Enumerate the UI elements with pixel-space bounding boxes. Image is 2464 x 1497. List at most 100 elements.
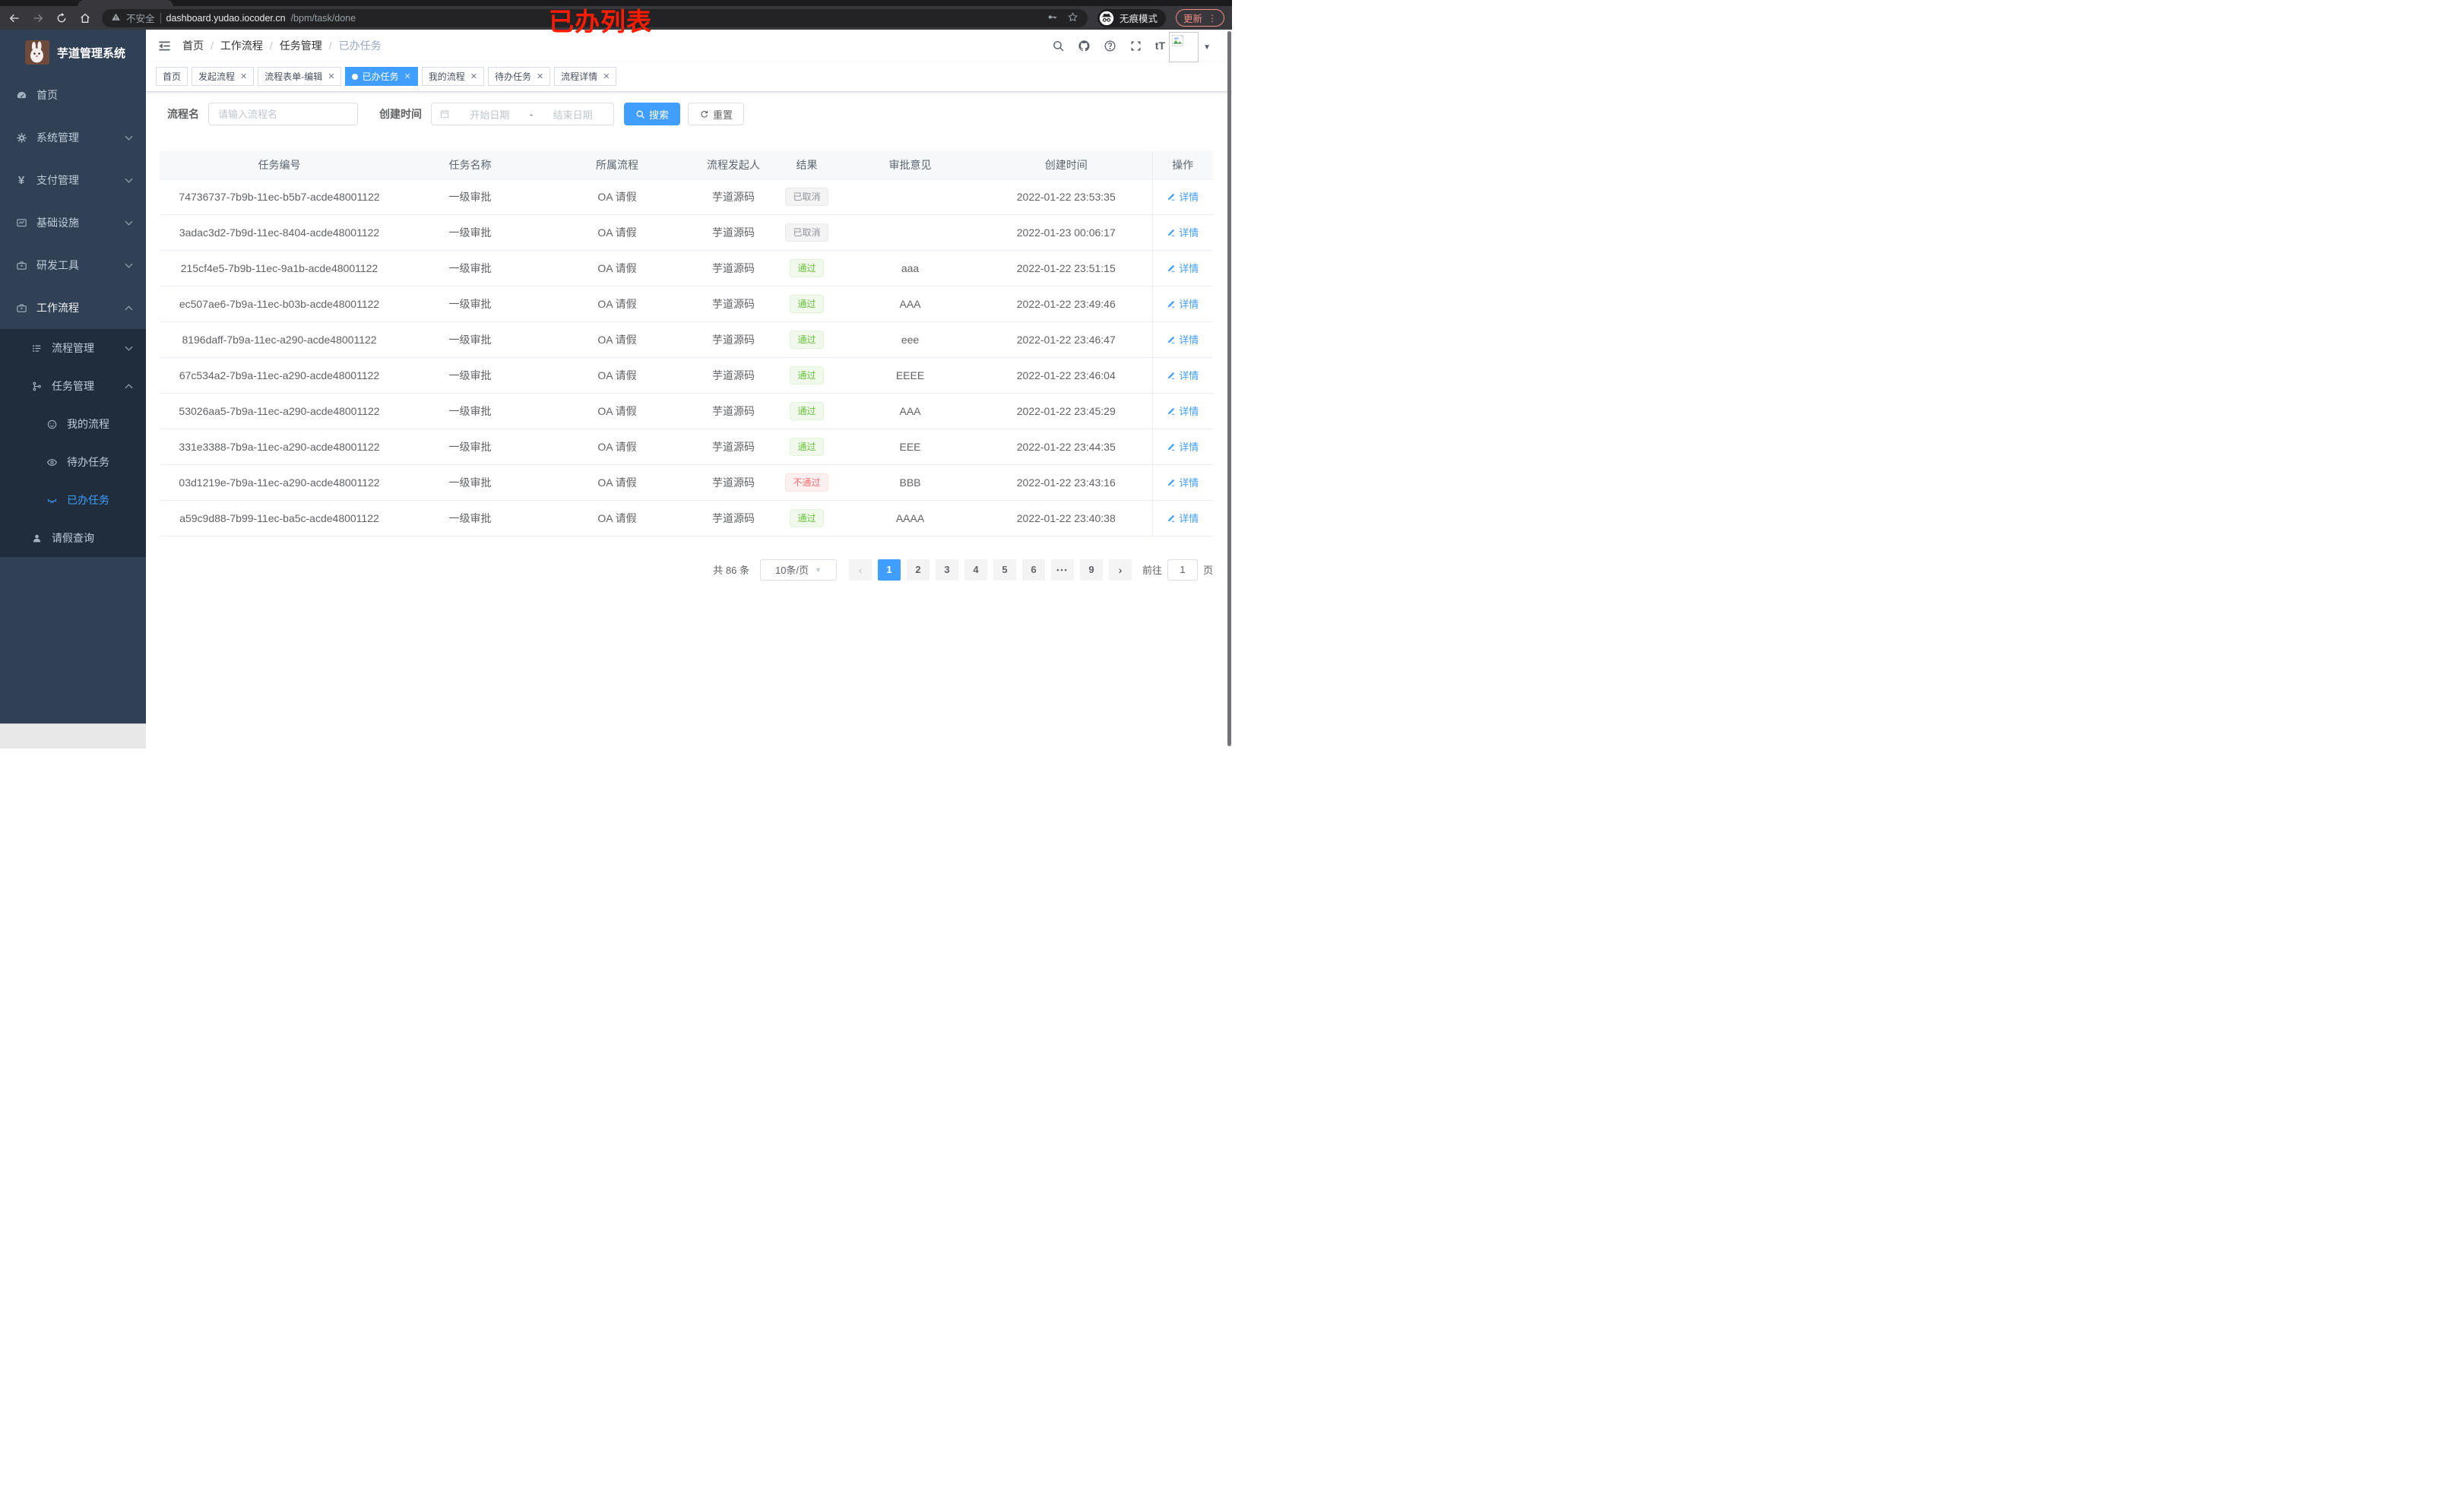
- close-icon[interactable]: ✕: [537, 71, 543, 81]
- task-name-cell: 一级审批: [399, 464, 541, 501]
- user-menu[interactable]: ▼: [1169, 32, 1211, 62]
- page-scrollbar[interactable]: [1227, 31, 1231, 746]
- detail-link[interactable]: 详情: [1167, 475, 1199, 489]
- tags-view: 首页 发起流程 ✕ 流程表单-编辑 ✕ 已办任务 ✕ 我的流程 ✕ 待办任务 ✕ 流程详情 ✕: [146, 62, 1232, 92]
- sidebar-item-我的流程[interactable]: 我的流程: [0, 405, 146, 443]
- page-size-value[interactable]: 10条/页: [775, 562, 809, 577]
- sidebar-fold-icon[interactable]: [157, 39, 172, 53]
- home-icon[interactable]: [78, 11, 92, 25]
- page-button-9[interactable]: 9: [1079, 559, 1103, 581]
- result-badge: 通过: [790, 366, 824, 385]
- detail-link-label: 详情: [1179, 334, 1199, 346]
- end-date-placeholder[interactable]: 结束日期: [540, 107, 606, 122]
- page-button-3[interactable]: 3: [935, 559, 958, 581]
- fullscreen-icon[interactable]: [1129, 40, 1142, 52]
- comment-cell: AAAA: [840, 500, 980, 536]
- detail-link-label: 详情: [1179, 477, 1199, 489]
- page-button-5[interactable]: 5: [993, 559, 1016, 581]
- tab-首页[interactable]: 首页: [156, 67, 188, 86]
- github-icon[interactable]: [1078, 40, 1091, 52]
- sidebar-item-首页[interactable]: 首页: [0, 74, 146, 116]
- breadcrumb-item[interactable]: 工作流程: [220, 38, 263, 53]
- update-label[interactable]: 更新: [1183, 11, 1202, 25]
- sidebar-item-工作流程[interactable]: 工作流程: [0, 286, 146, 329]
- detail-link[interactable]: 详情: [1167, 439, 1199, 454]
- prev-page-button[interactable]: ‹: [848, 559, 872, 581]
- pen-icon: [1167, 371, 1176, 380]
- detail-link[interactable]: 详情: [1167, 225, 1199, 239]
- bookmark-star-icon[interactable]: [1067, 11, 1078, 25]
- omnibox-divider: [160, 12, 161, 24]
- url-path[interactable]: /bpm/task/done: [291, 13, 356, 24]
- sidebar-item-label: 已办任务: [67, 494, 109, 506]
- chevron-down-icon: [125, 346, 133, 351]
- reset-button-label[interactable]: 重置: [713, 107, 733, 122]
- breadcrumb-item[interactable]: 首页: [182, 38, 204, 53]
- sidebar-item-待办任务[interactable]: 待办任务: [0, 443, 146, 481]
- help-icon[interactable]: [1104, 40, 1116, 52]
- sidebar-item-研发工具[interactable]: 研发工具: [0, 244, 146, 286]
- tab-我的流程[interactable]: 我的流程 ✕: [421, 67, 484, 86]
- reset-button[interactable]: 重置: [688, 103, 745, 125]
- close-icon[interactable]: ✕: [404, 71, 410, 81]
- sidebar-item-基础设施[interactable]: 基础设施: [0, 201, 146, 244]
- search-button-label[interactable]: 搜索: [649, 107, 669, 122]
- page-button-6[interactable]: 6: [1021, 559, 1045, 581]
- sidebar-item-支付管理[interactable]: ¥ 支付管理: [0, 159, 146, 201]
- detail-link[interactable]: 详情: [1167, 261, 1199, 275]
- tab-已办任务[interactable]: 已办任务 ✕: [345, 67, 418, 86]
- forward-icon[interactable]: [31, 11, 45, 25]
- sidebar-item-任务管理[interactable]: 任务管理: [0, 367, 146, 405]
- tab-发起流程[interactable]: 发起流程 ✕: [192, 67, 255, 86]
- page-button-1[interactable]: 1: [877, 559, 901, 581]
- process-name-input[interactable]: [208, 103, 358, 125]
- next-page-button[interactable]: ›: [1108, 559, 1132, 581]
- detail-link[interactable]: 详情: [1167, 296, 1199, 311]
- sidebar-item-请假查询[interactable]: 请假查询: [0, 519, 146, 557]
- reload-icon[interactable]: [55, 11, 68, 25]
- avatar[interactable]: [1169, 32, 1199, 62]
- browser-menu-icon[interactable]: ⋮: [1208, 13, 1217, 24]
- detail-link[interactable]: 详情: [1167, 368, 1199, 382]
- key-icon[interactable]: [1047, 11, 1058, 25]
- font-size-icon[interactable]: tT: [1155, 40, 1165, 52]
- start-date-placeholder[interactable]: 开始日期: [457, 107, 523, 122]
- search-button[interactable]: 搜索: [624, 103, 681, 125]
- update-button[interactable]: 更新 ⋮: [1175, 9, 1224, 27]
- create-time-cell: 2022-01-22 23:40:38: [980, 500, 1152, 536]
- search-icon[interactable]: [1052, 40, 1065, 52]
- more-pages-icon[interactable]: •••: [1050, 559, 1074, 581]
- result-cell: 通过: [774, 321, 840, 358]
- goto-page-input[interactable]: [1167, 559, 1198, 581]
- sidebar-item-系统管理[interactable]: 系统管理: [0, 116, 146, 159]
- tab-流程表单-编辑[interactable]: 流程表单-编辑 ✕: [258, 67, 342, 86]
- tab-流程详情[interactable]: 流程详情 ✕: [554, 67, 617, 86]
- close-icon[interactable]: ✕: [603, 71, 610, 81]
- page-size-select[interactable]: 10条/页 ▼: [759, 559, 837, 581]
- not-secure-icon[interactable]: [111, 12, 121, 24]
- page-button-2[interactable]: 2: [906, 559, 930, 581]
- url-host[interactable]: dashboard.yudao.iocoder.cn: [166, 13, 286, 24]
- detail-link[interactable]: 详情: [1167, 404, 1199, 418]
- page-button-4[interactable]: 4: [964, 559, 987, 581]
- chevron-down-icon[interactable]: ▼: [1203, 43, 1211, 52]
- security-label[interactable]: 不安全: [126, 11, 155, 25]
- detail-link[interactable]: 详情: [1167, 511, 1199, 525]
- breadcrumb-item[interactable]: 任务管理: [280, 38, 322, 53]
- breadcrumb-separator: /: [328, 40, 332, 52]
- back-icon[interactable]: [8, 11, 21, 25]
- sidebar-scrollbar[interactable]: [0, 723, 146, 748]
- sidebar-item-label: 系统管理: [36, 131, 79, 144]
- date-range-picker[interactable]: 开始日期 - 结束日期: [431, 103, 614, 125]
- detail-link[interactable]: 详情: [1167, 189, 1199, 204]
- tab-label: 待办任务: [494, 71, 531, 82]
- detail-link[interactable]: 详情: [1167, 332, 1199, 347]
- tab-待办任务[interactable]: 待办任务 ✕: [487, 67, 551, 86]
- close-icon[interactable]: ✕: [470, 71, 477, 81]
- close-icon[interactable]: ✕: [240, 71, 247, 81]
- starter-cell: 芋道源码: [693, 393, 774, 429]
- close-icon[interactable]: ✕: [328, 71, 334, 81]
- sidebar-item-流程管理[interactable]: 流程管理: [0, 329, 146, 367]
- sidebar-item-已办任务[interactable]: 已办任务: [0, 481, 146, 519]
- sidebar-logo[interactable]: 芋道管理系统: [0, 33, 146, 72]
